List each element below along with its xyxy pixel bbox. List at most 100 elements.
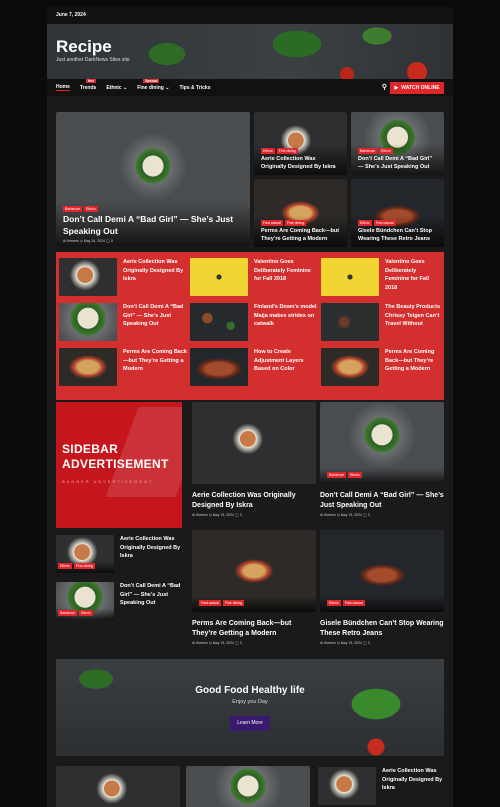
- post-thumbnail[interactable]: [59, 303, 117, 341]
- page: June 7, 2024 Recipe Just another DarkNew…: [47, 7, 453, 807]
- side-feature-title[interactable]: Aerie Collection Was Originally Designed…: [261, 156, 340, 171]
- category-badge[interactable]: Ethnic: [358, 220, 372, 227]
- grid-item[interactable]: How to Create Adjustment Layers Based on…: [190, 348, 318, 386]
- post-card-image[interactable]: Ethnic Fast casual: [320, 530, 444, 612]
- site-header: Recipe Just another DarkNews Sites site: [47, 24, 453, 79]
- main-feature-overlay: Barbecue Ethnic Don’t Call Demi A “Bad G…: [56, 202, 250, 247]
- small-list-item[interactable]: Aerie Collection Was Originally Designed…: [318, 767, 444, 805]
- post-thumbnail[interactable]: [318, 767, 376, 805]
- category-badge[interactable]: Fast casual: [373, 220, 396, 227]
- category-badge[interactable]: Fine dining: [284, 220, 307, 227]
- post-card-title[interactable]: Perms Are Coming Back—but They’re Gettin…: [192, 619, 316, 639]
- category-badge[interactable]: Barbecue: [63, 206, 82, 213]
- post-thumbnail[interactable]: [190, 303, 248, 341]
- post-thumbnail[interactable]: [190, 348, 248, 386]
- post-thumbnail[interactable]: [321, 348, 379, 386]
- category-badge[interactable]: Ethnic: [83, 206, 98, 213]
- grid-item[interactable]: Valentino Goes Deliberately Feminine for…: [321, 258, 441, 296]
- nav-badge-special: Special: [143, 78, 160, 83]
- watch-online-button[interactable]: ▶ WATCH ONLINE: [390, 82, 444, 94]
- post-meta: AI themes ◷ May 19, 2024 ◯ 0: [320, 513, 370, 518]
- grid-item-title[interactable]: Don’t Call Demi A “Bad Girl” — She’s Jus…: [123, 303, 187, 329]
- post-thumbnail[interactable]: [59, 258, 117, 296]
- grid-item[interactable]: The Beauty Products Chrissy Teigen Can’t…: [321, 303, 441, 341]
- learn-more-button[interactable]: Learn More: [230, 716, 270, 731]
- nav-home[interactable]: Home: [56, 84, 70, 91]
- category-badge[interactable]: Fine dining: [276, 148, 298, 155]
- post-card-image[interactable]: [192, 402, 316, 484]
- sidebar-advertisement[interactable]: SIDEBAR ADVERTISEMENT BANNER ADVERTISEMEN…: [56, 402, 182, 528]
- grid-item[interactable]: Valentino Goes Deliberately Feminine for…: [190, 258, 318, 296]
- category-badge[interactable]: Ethnic: [327, 600, 341, 606]
- site-title[interactable]: Recipe: [56, 37, 112, 57]
- category-badge[interactable]: Ethnic: [261, 148, 275, 155]
- nav-trends[interactable]: Hot Trends: [79, 78, 97, 91]
- category-badge[interactable]: Ethnic: [78, 610, 93, 616]
- side-feature-title[interactable]: Gisele Bündchen Can’t Stop Wearing These…: [358, 228, 437, 243]
- grid-item[interactable]: Perms Are Coming Back—but They’re Gettin…: [321, 348, 441, 386]
- grid-item-title[interactable]: Aerie Collection Was Originally Designed…: [123, 258, 187, 284]
- category-badge[interactable]: Fast casual: [199, 600, 221, 606]
- grid-item[interactable]: Aerie Collection Was Originally Designed…: [59, 258, 187, 296]
- category-badge[interactable]: Fine dining: [222, 600, 245, 606]
- grid-item-title[interactable]: Perms Are Coming Back—but They’re Gettin…: [385, 348, 441, 374]
- category-badge[interactable]: Ethnic: [347, 472, 362, 478]
- small-list-title[interactable]: Don’t Call Demi A “Bad Girl” — She’s Jus…: [120, 582, 186, 608]
- main-feature-title[interactable]: Don’t Call Demi A “Bad Girl” — She’s Jus…: [63, 214, 243, 237]
- side-feature[interactable]: Fast casual Fine dining Perms Are Coming …: [254, 179, 347, 247]
- post-thumbnail[interactable]: [321, 258, 379, 296]
- post-thumbnail[interactable]: Ethnic Fine dining: [56, 535, 114, 573]
- nav-tips[interactable]: Tips & Tricks: [179, 85, 210, 91]
- nav-home-label: Home: [56, 84, 70, 90]
- nav-fine-dining-label: Fine dining: [137, 84, 164, 91]
- grid-item[interactable]: Finland’s Down’s model Maija makes strid…: [190, 303, 318, 341]
- post-card-image[interactable]: [186, 766, 310, 807]
- category-badge[interactable]: Barbecue: [58, 610, 77, 616]
- post-meta: AI themes ◷ May 19, 2024 ◯ 0: [192, 641, 242, 646]
- nav-badge-hot: Hot: [85, 78, 96, 83]
- side-feature[interactable]: Ethnic Fine dining Aerie Collection Was O…: [254, 112, 347, 175]
- post-card-title[interactable]: Don’t Call Demi A “Bad Girl” — She’s Jus…: [320, 491, 444, 511]
- grid-item-title[interactable]: Valentino Goes Deliberately Feminine for…: [254, 258, 318, 284]
- main-feature[interactable]: Barbecue Ethnic Don’t Call Demi A “Bad G…: [56, 112, 250, 247]
- grid-item-title[interactable]: The Beauty Products Chrissy Teigen Can’t…: [385, 303, 441, 329]
- promo-banner: Good Food Healthy life Enjoy you Day Lea…: [56, 659, 444, 756]
- small-list-item[interactable]: Barbecue Ethnic Don’t Call Demi A “Bad Gi…: [56, 582, 186, 620]
- side-feature[interactable]: Ethnic Fast casual Gisele Bündchen Can’t …: [351, 179, 444, 247]
- post-thumbnail[interactable]: [321, 303, 379, 341]
- category-badge[interactable]: Fast casual: [261, 220, 283, 227]
- post-card: Aerie Collection Was Originally Designed…: [192, 491, 316, 517]
- category-badge[interactable]: Ethnic: [58, 563, 72, 569]
- post-card-title[interactable]: Aerie Collection Was Originally Designed…: [192, 491, 316, 511]
- post-card-title[interactable]: Gisele Bündchen Can’t Stop Wearing These…: [320, 619, 444, 639]
- category-badge[interactable]: Ethnic: [378, 148, 393, 155]
- category-badge[interactable]: Barbecue: [327, 472, 346, 478]
- post-card-image[interactable]: Fast casual Fine dining: [192, 530, 316, 612]
- post-thumbnail[interactable]: Barbecue Ethnic: [56, 582, 114, 620]
- search-icon[interactable]: ⚲: [380, 83, 389, 92]
- post-meta: AI themes ◷ May 19, 2024 ◯ 0: [320, 641, 370, 646]
- post-card-image[interactable]: [56, 766, 180, 807]
- post-card-image[interactable]: Barbecue Ethnic: [320, 402, 444, 484]
- small-list-title[interactable]: Aerie Collection Was Originally Designed…: [382, 767, 444, 793]
- category-badge[interactable]: Fine dining: [73, 563, 95, 569]
- side-feature-title[interactable]: Don’t Call Demi A “Bad Girl” — She’s Jus…: [358, 156, 437, 171]
- grid-item[interactable]: Perms Are Coming Back—but They’re Gettin…: [59, 348, 187, 386]
- grid-item-title[interactable]: Valentino Goes Deliberately Feminine for…: [385, 258, 441, 292]
- small-list-item[interactable]: Ethnic Fine dining Aerie Collection Was O…: [56, 535, 186, 573]
- side-feature[interactable]: Barbecue Ethnic Don’t Call Demi A “Bad Gi…: [351, 112, 444, 175]
- nav-trends-label: Trends: [79, 84, 97, 91]
- category-badge[interactable]: Fast casual: [342, 600, 365, 606]
- grid-item-title[interactable]: Perms Are Coming Back—but They’re Gettin…: [123, 348, 187, 374]
- post-thumbnail[interactable]: [59, 348, 117, 386]
- grid-item-title[interactable]: How to Create Adjustment Layers Based on…: [254, 348, 318, 374]
- nav-ethnic[interactable]: Ethnic ⌄: [106, 85, 127, 91]
- small-list-title[interactable]: Aerie Collection Was Originally Designed…: [120, 535, 186, 561]
- category-badge[interactable]: Barbecue: [358, 148, 377, 155]
- grid-item[interactable]: Don’t Call Demi A “Bad Girl” — She’s Jus…: [59, 303, 187, 341]
- nav-fine-dining[interactable]: Special Fine dining ⌄: [137, 78, 169, 91]
- post-thumbnail[interactable]: [190, 258, 248, 296]
- side-feature-title[interactable]: Perms Are Coming Back—but They’re Gettin…: [261, 228, 340, 243]
- grid-item-title[interactable]: Finland’s Down’s model Maija makes strid…: [254, 303, 318, 329]
- top-bar: June 7, 2024: [47, 7, 453, 24]
